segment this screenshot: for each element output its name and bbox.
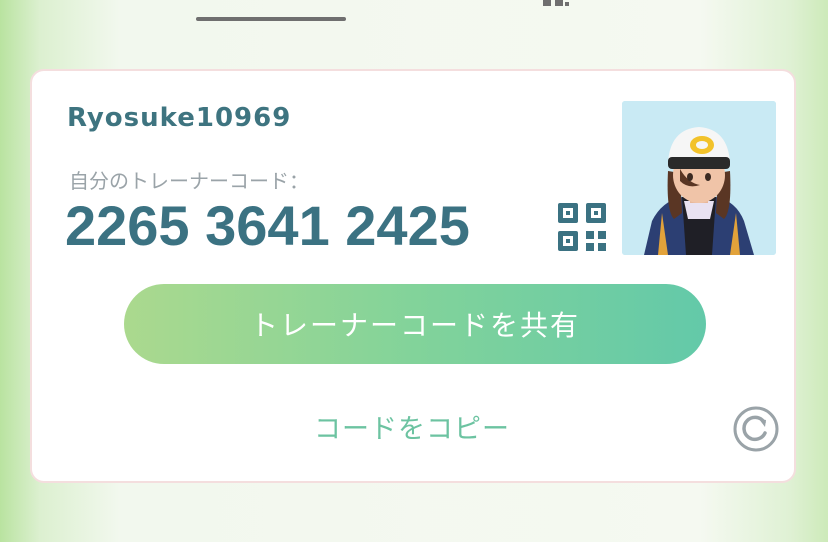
trainer-avatar [622, 101, 776, 255]
trainer-code-number[interactable]: 2265 3641 2425 [65, 193, 470, 258]
top-tab-indicator [196, 17, 346, 21]
trainer-code-card: Ryosuke10969 自分のトレーナーコード： 2265 3641 2425 [30, 69, 796, 483]
top-qr-icon-fragment [543, 0, 569, 6]
trainer-code-caption: 自分のトレーナーコード： [69, 169, 309, 193]
copy-code-link[interactable]: コードをコピー [302, 407, 522, 446]
share-trainer-code-button[interactable]: トレーナーコードを共有 [124, 284, 706, 364]
trainer-avatar-image [622, 101, 776, 255]
refresh-icon[interactable] [732, 405, 780, 453]
trainer-username: Ryosuke10969 [67, 103, 292, 133]
qr-code-icon[interactable] [558, 203, 606, 251]
